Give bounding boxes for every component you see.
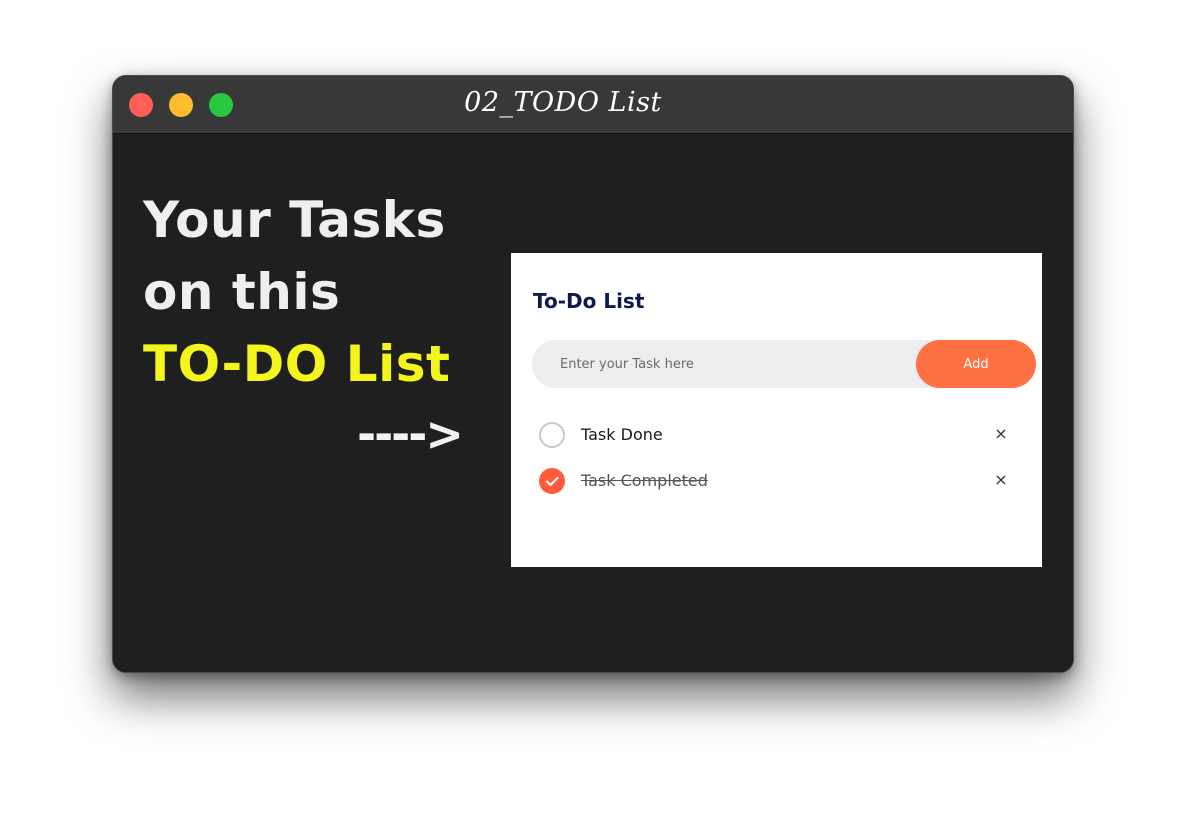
task-label: Task Completed: [581, 471, 708, 490]
headline-line-3: TO-DO List: [143, 335, 451, 393]
todo-preview-card: To-Do List Add Task Done ×: [511, 253, 1042, 567]
arrow-graphic: ---->: [357, 407, 464, 461]
unchecked-circle-icon[interactable]: [539, 422, 565, 448]
task-item[interactable]: Task Done ×: [539, 420, 1019, 450]
title-bar[interactable]: 02_TODO List: [113, 76, 1073, 134]
window-title: 02_TODO List: [464, 87, 662, 118]
todo-title: To-Do List: [533, 289, 645, 313]
task-input-row: Add: [532, 340, 1036, 388]
delete-task-icon[interactable]: ×: [991, 422, 1011, 446]
window-content: Your Tasks on this TO-DO List ----> To-D…: [113, 134, 1073, 672]
task-input[interactable]: [532, 340, 912, 388]
headline-line-1: Your Tasks: [143, 191, 446, 249]
app-window: 02_TODO List Your Tasks on this TO-DO Li…: [112, 75, 1074, 673]
headline: Your Tasks on this TO-DO List: [143, 184, 450, 400]
headline-line-2: on this: [143, 263, 341, 321]
checked-circle-icon[interactable]: [539, 468, 565, 494]
add-task-button[interactable]: Add: [916, 340, 1036, 388]
checkmark-icon: [545, 476, 559, 487]
task-item[interactable]: Task Completed ×: [539, 466, 1019, 496]
page: 02_TODO List Your Tasks on this TO-DO Li…: [0, 0, 1184, 820]
task-label: Task Done: [581, 425, 663, 444]
delete-task-icon[interactable]: ×: [991, 468, 1011, 492]
